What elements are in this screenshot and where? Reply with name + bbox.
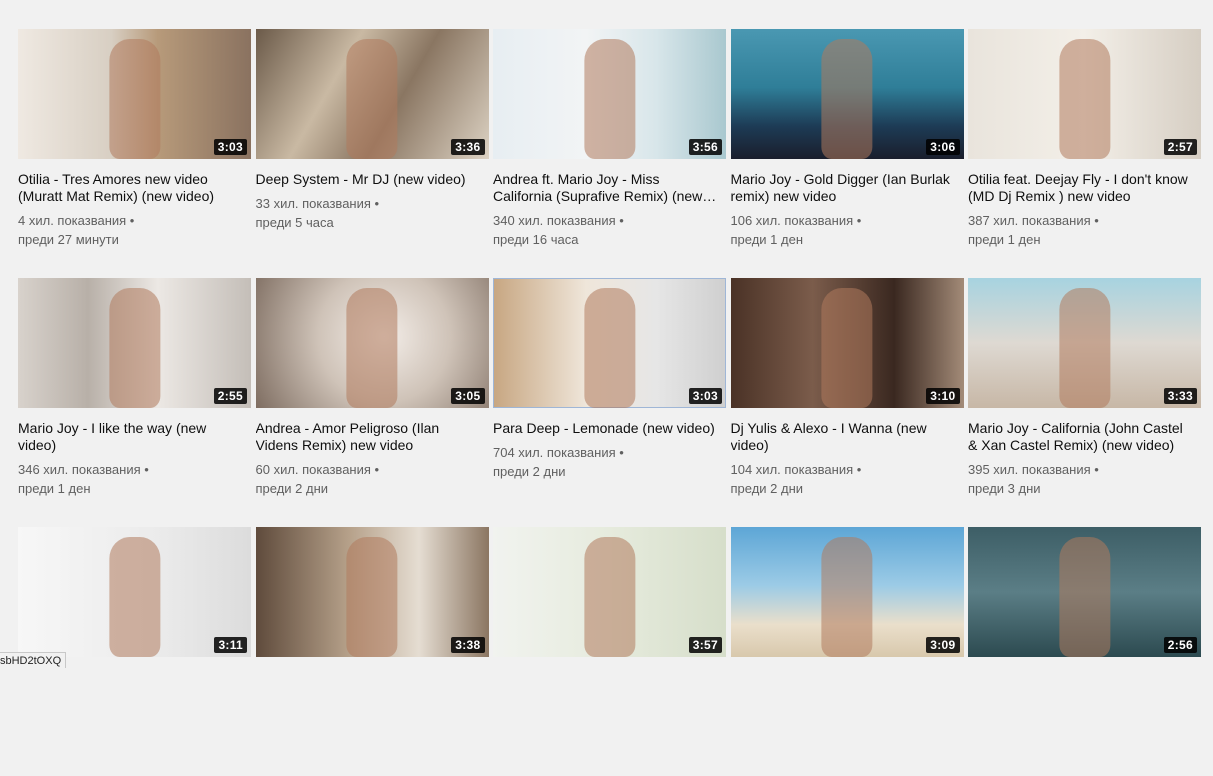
video-title[interactable]: Mario Joy - Gold Digger (Ian Burlak remi… [731, 171, 964, 205]
video-thumbnail[interactable]: 3:33 [968, 278, 1201, 408]
video-card[interactable]: 3:38 [255, 527, 489, 776]
video-thumbnail[interactable]: 2:57 [968, 29, 1201, 159]
video-thumbnail[interactable]: 3:03 [493, 278, 726, 408]
view-count: 704 хил. показвания [493, 443, 726, 462]
duration-badge: 3:33 [1163, 388, 1197, 404]
video-title[interactable]: Andrea - Amor Peligroso (Ilan Videns Rem… [256, 420, 489, 454]
view-count: 33 хил. показвания [256, 194, 489, 213]
duration-badge: 3:57 [688, 637, 722, 653]
video-thumbnail[interactable]: 3:57 [493, 527, 726, 657]
video-card[interactable]: 3:09 [730, 527, 964, 776]
video-thumbnail[interactable]: 3:56 [493, 29, 726, 159]
video-card[interactable]: 2:55 Mario Joy - I like the way (new vid… [18, 278, 251, 527]
video-card[interactable]: 2:56 [968, 527, 1201, 776]
view-count: 395 хил. показвания [968, 460, 1201, 479]
video-thumbnail[interactable]: 2:55 [18, 278, 251, 408]
video-card[interactable]: 3:56 Andrea ft. Mario Joy - Miss Califor… [493, 29, 726, 278]
upload-age: преди 2 дни [493, 464, 566, 479]
video-title[interactable]: Para Deep - Lemonade (new video) [493, 420, 726, 437]
duration-badge: 3:09 [926, 637, 960, 653]
video-thumbnail[interactable]: 3:05 [255, 278, 489, 408]
duration-badge: 3:10 [926, 388, 960, 404]
video-thumbnail[interactable]: 3:10 [730, 278, 964, 408]
link-status-bar: sbHD2tOXQ [0, 652, 67, 668]
video-title[interactable]: Otilia - Tres Amores new video (Muratt M… [18, 171, 251, 205]
video-grid: 3:03 Otilia - Tres Amores new video (Mur… [18, 29, 1201, 776]
duration-badge: 3:03 [688, 388, 722, 404]
view-count: 104 хил. показвания [731, 460, 964, 479]
duration-badge: 3:11 [214, 637, 247, 653]
video-card[interactable]: 3:10 Dj Yulis & Alexo - I Wanna (new vid… [730, 278, 964, 527]
video-title[interactable]: Mario Joy - California (John Castel & Xa… [968, 420, 1201, 454]
video-title[interactable]: Deep System - Mr DJ (new video) [256, 171, 489, 188]
duration-badge: 3:36 [451, 139, 485, 155]
view-count: 387 хил. показвания [968, 211, 1201, 230]
video-card[interactable]: 3:33 Mario Joy - California (John Castel… [968, 278, 1201, 527]
duration-badge: 2:56 [1163, 637, 1197, 653]
upload-age: преди 16 часа [493, 232, 579, 247]
video-card[interactable]: 2:57 Otilia feat. Deejay Fly - I don't k… [968, 29, 1201, 278]
video-thumbnail[interactable]: 3:38 [255, 527, 489, 657]
view-count: 4 хил. показвания [18, 211, 251, 230]
video-thumbnail[interactable]: 3:11 [18, 527, 251, 657]
video-thumbnail[interactable]: 3:36 [255, 29, 489, 159]
upload-age: преди 3 дни [968, 481, 1041, 496]
video-card[interactable]: 3:06 Mario Joy - Gold Digger (Ian Burlak… [730, 29, 964, 278]
video-thumbnail[interactable]: 3:03 [18, 29, 251, 159]
video-title[interactable]: Andrea ft. Mario Joy - Miss California (… [493, 171, 726, 205]
view-count: 106 хил. показвания [731, 211, 964, 230]
upload-age: преди 1 ден [730, 232, 804, 247]
duration-badge: 2:55 [213, 388, 247, 404]
video-card[interactable]: 3:03 Otilia - Tres Amores new video (Mur… [18, 29, 251, 278]
video-title[interactable]: Dj Yulis & Alexo - I Wanna (new video) [731, 420, 964, 454]
video-card[interactable]: 3:57 [493, 527, 726, 776]
view-count: 60 хил. показвания [256, 460, 489, 479]
duration-badge: 3:56 [688, 139, 722, 155]
duration-badge: 3:05 [451, 388, 485, 404]
video-thumbnail[interactable]: 3:09 [730, 527, 964, 657]
view-count: 346 хил. показвания [18, 460, 251, 479]
upload-age: преди 1 ден [968, 232, 1041, 247]
duration-badge: 3:38 [451, 637, 485, 653]
video-card[interactable]: 3:05 Andrea - Amor Peligroso (Ilan Viden… [255, 278, 489, 527]
video-title[interactable]: Mario Joy - I like the way (new video) [18, 420, 251, 454]
upload-age: преди 2 дни [730, 481, 804, 496]
upload-age: преди 27 минути [18, 232, 119, 247]
duration-badge: 3:06 [926, 139, 960, 155]
duration-badge: 3:03 [213, 139, 247, 155]
upload-age: преди 1 ден [18, 481, 91, 496]
video-thumbnail[interactable]: 2:56 [968, 527, 1201, 657]
view-count: 340 хил. показвания [493, 211, 726, 230]
video-card[interactable]: 3:03 Para Deep - Lemonade (new video) 70… [493, 278, 726, 527]
duration-badge: 2:57 [1163, 139, 1197, 155]
upload-age: преди 5 часа [255, 215, 334, 230]
upload-age: преди 2 дни [255, 481, 329, 496]
video-card[interactable]: 3:36 Deep System - Mr DJ (new video) 33 … [255, 29, 489, 278]
video-title[interactable]: Otilia feat. Deejay Fly - I don't know (… [968, 171, 1201, 205]
video-thumbnail[interactable]: 3:06 [730, 29, 964, 159]
